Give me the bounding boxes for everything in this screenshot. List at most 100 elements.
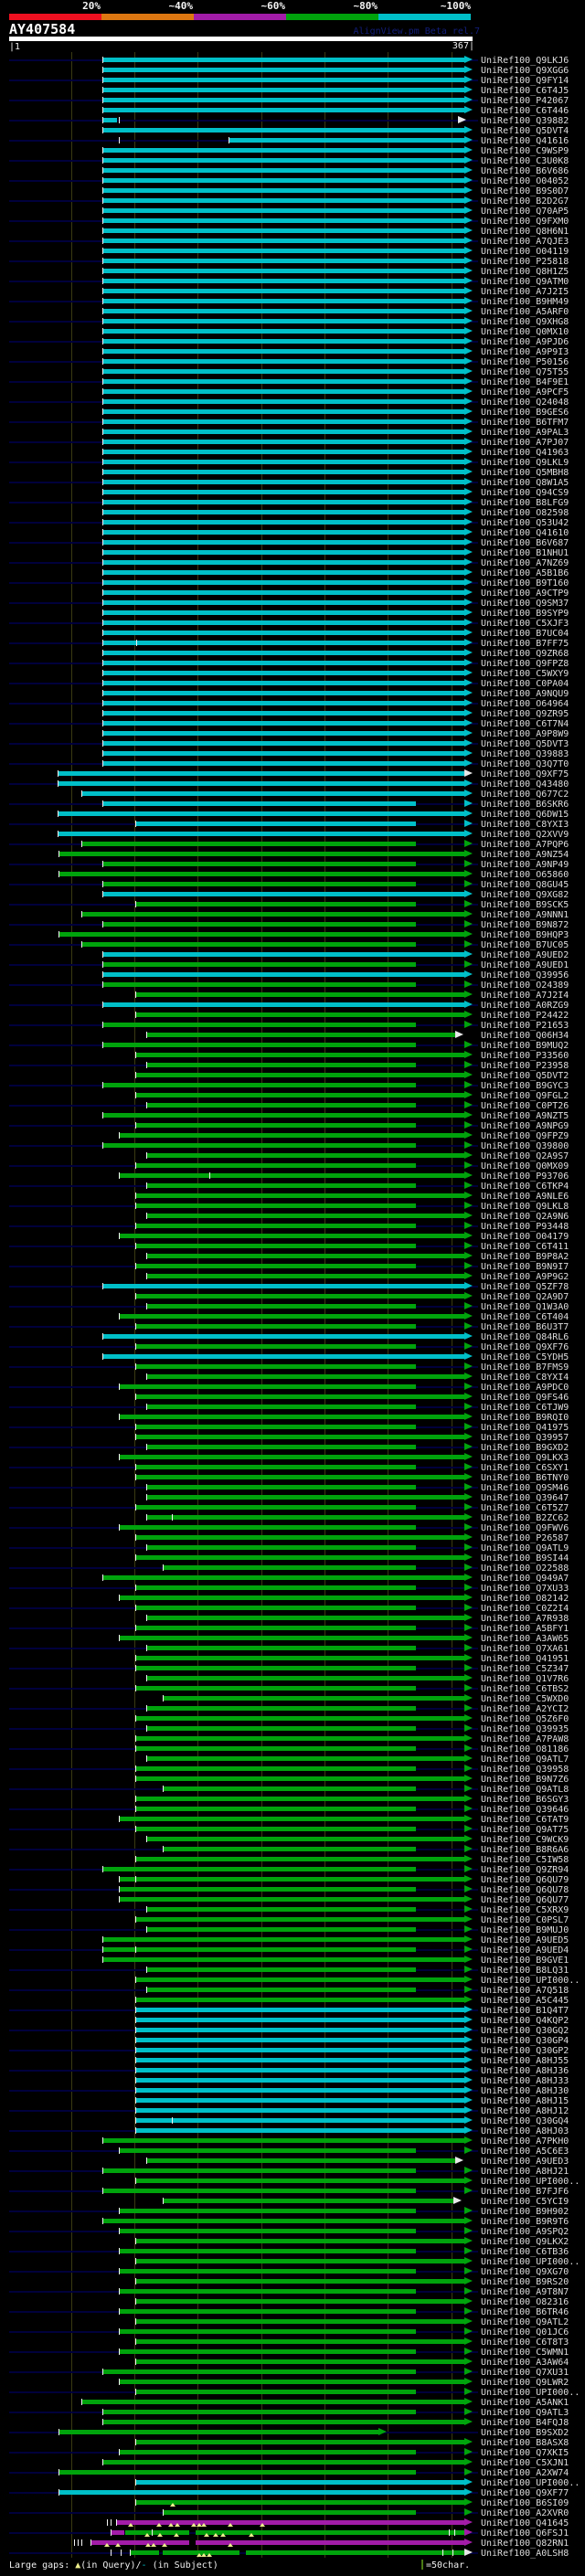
alignment-bar[interactable]	[102, 128, 464, 133]
alignment-bar[interactable]	[164, 1696, 464, 1701]
alignment-bar[interactable]	[102, 490, 464, 494]
alignment-bar[interactable]	[195, 2530, 464, 2535]
alignment-bar[interactable]	[102, 962, 416, 967]
alignment-bar[interactable]	[119, 2349, 416, 2354]
alignment-bar[interactable]	[135, 1012, 464, 1017]
alignment-bar[interactable]	[102, 2168, 416, 2173]
alignment-bar[interactable]	[135, 1555, 464, 1560]
alignment-bar[interactable]	[102, 520, 464, 525]
alignment-bar[interactable]	[102, 671, 464, 675]
alignment-bar[interactable]	[119, 1636, 464, 1640]
alignment-bar[interactable]	[135, 2078, 464, 2083]
alignment-bar[interactable]	[102, 349, 464, 354]
alignment-bar[interactable]	[102, 721, 464, 726]
alignment-bar[interactable]	[135, 1807, 416, 1811]
alignment-bar[interactable]	[102, 741, 464, 746]
alignment-bar[interactable]	[102, 108, 464, 112]
alignment-bar[interactable]	[135, 2008, 464, 2012]
alignment-bar[interactable]	[102, 862, 416, 866]
alignment-bar[interactable]	[147, 1374, 464, 1379]
alignment-bar[interactable]	[135, 2118, 464, 2123]
alignment-bar[interactable]	[135, 2299, 464, 2304]
alignment-bar[interactable]	[147, 1153, 464, 1158]
alignment-bar[interactable]	[147, 1033, 456, 1037]
alignment-bar[interactable]	[135, 1053, 464, 1057]
alignment-bar[interactable]	[102, 1083, 416, 1087]
alignment-bar[interactable]	[102, 460, 464, 464]
alignment-bar[interactable]	[147, 1485, 416, 1489]
alignment-bar[interactable]	[164, 1565, 416, 1570]
alignment-bar[interactable]	[135, 2500, 464, 2505]
alignment-bar[interactable]	[119, 2148, 416, 2153]
alignment-bar[interactable]	[119, 1415, 464, 1419]
alignment-bar[interactable]	[102, 1043, 416, 1047]
alignment-bar[interactable]	[135, 1425, 416, 1429]
alignment-bar[interactable]	[135, 2178, 464, 2183]
alignment-bar[interactable]	[102, 972, 464, 977]
alignment-bar[interactable]	[135, 2128, 464, 2133]
alignment-bar[interactable]	[102, 2219, 464, 2223]
alignment-bar[interactable]	[135, 1686, 416, 1691]
alignment-bar[interactable]	[135, 2480, 464, 2485]
alignment-bar[interactable]	[119, 1173, 464, 1178]
alignment-bar[interactable]	[102, 419, 464, 424]
alignment-bar[interactable]	[135, 822, 416, 826]
alignment-bar[interactable]	[102, 530, 464, 535]
hit-label[interactable]: UniRef100_A0LSH8	[481, 2549, 569, 2559]
alignment-bar[interactable]	[102, 500, 464, 504]
alignment-bar[interactable]	[135, 1998, 464, 2002]
alignment-bar[interactable]	[102, 982, 416, 987]
alignment-bar[interactable]	[119, 1877, 464, 1882]
alignment-bar[interactable]	[135, 2098, 464, 2103]
alignment-bar[interactable]	[135, 1163, 416, 1168]
alignment-bar[interactable]	[135, 2390, 416, 2394]
alignment-bar[interactable]	[102, 1867, 416, 1871]
alignment-bar[interactable]	[135, 1776, 464, 1781]
alignment-bar[interactable]	[102, 228, 464, 233]
alignment-bar[interactable]	[135, 1716, 464, 1721]
alignment-bar[interactable]	[119, 2380, 464, 2384]
alignment-bar[interactable]	[135, 2359, 464, 2364]
alignment-bar[interactable]	[135, 2339, 464, 2344]
alignment-bar[interactable]	[102, 2369, 416, 2374]
alignment-bar[interactable]	[102, 379, 464, 384]
alignment-bar[interactable]	[102, 701, 464, 705]
alignment-bar[interactable]	[195, 2540, 464, 2545]
alignment-bar[interactable]	[135, 1224, 416, 1228]
alignment-bar[interactable]	[102, 389, 464, 394]
alignment-bar[interactable]	[135, 1606, 416, 1610]
alignment-bar[interactable]	[58, 781, 464, 786]
alignment-bar[interactable]	[119, 2269, 416, 2274]
alignment-bar[interactable]	[102, 2460, 464, 2465]
alignment-bar[interactable]	[102, 218, 464, 223]
alignment-bar[interactable]	[147, 1304, 416, 1309]
alignment-bar[interactable]	[102, 1947, 416, 1952]
alignment-bar[interactable]	[102, 580, 464, 585]
alignment-bar[interactable]	[147, 1183, 416, 1188]
alignment-bar[interactable]	[102, 450, 464, 454]
alignment-bar[interactable]	[119, 1455, 464, 1459]
alignment-bar[interactable]	[147, 1214, 464, 1218]
alignment-bar[interactable]	[119, 1887, 416, 1892]
alignment-bar[interactable]	[135, 1666, 416, 1670]
alignment-bar[interactable]	[102, 409, 464, 414]
alignment-bar[interactable]	[102, 711, 464, 716]
alignment-bar[interactable]	[102, 610, 464, 615]
alignment-bar[interactable]	[102, 1002, 464, 1007]
alignment-bar[interactable]	[82, 912, 464, 917]
alignment-bar[interactable]	[147, 1063, 416, 1067]
alignment-bar[interactable]	[102, 148, 464, 153]
alignment-bar[interactable]	[135, 2108, 464, 2113]
alignment-bar[interactable]	[135, 1827, 416, 1831]
alignment-bar[interactable]	[102, 691, 464, 695]
alignment-bar[interactable]	[102, 178, 464, 183]
alignment-bar[interactable]	[102, 751, 464, 756]
alignment-bar[interactable]	[102, 78, 464, 82]
alignment-bar[interactable]	[147, 1756, 464, 1761]
alignment-bar[interactable]	[102, 198, 464, 203]
alignment-bar[interactable]	[135, 1475, 464, 1479]
alignment-bar[interactable]	[119, 2289, 416, 2294]
alignment-bar[interactable]	[102, 188, 464, 193]
alignment-bar[interactable]	[147, 1545, 416, 1550]
alignment-bar[interactable]	[102, 168, 464, 173]
